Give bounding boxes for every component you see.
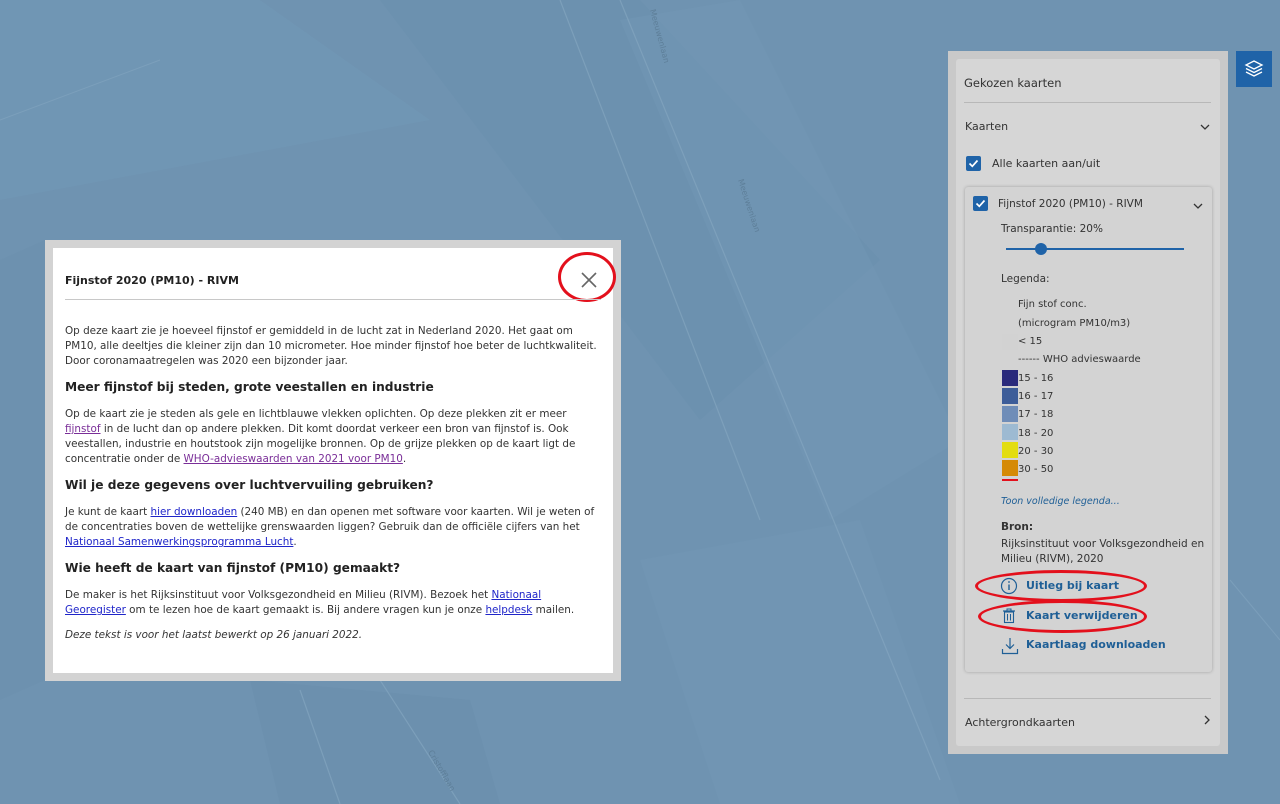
info-icon xyxy=(1000,577,1018,595)
source-text: Rijksinstituut voor Volksgezondheid en M… xyxy=(1001,538,1205,565)
section-heading: Wie heeft de kaart van fijnstof (PM10) g… xyxy=(65,561,401,575)
section-heading: Meer fijnstof bij steden, grote veestall… xyxy=(65,380,434,394)
legend-swatch xyxy=(1002,406,1018,422)
panel-title: Gekozen kaarten xyxy=(964,76,1062,90)
layer-name: Fijnstof 2020 (PM10) - RIVM xyxy=(998,198,1143,210)
legend-item-label: 18 - 20 xyxy=(1018,428,1054,439)
source-label: Bron: xyxy=(1001,521,1034,533)
intro-text: Op deze kaart zie je hoeveel fijnstof er… xyxy=(65,325,597,367)
dialog-body: Op deze kaart zie je hoeveel fijnstof er… xyxy=(65,324,601,653)
legend-swatch xyxy=(1002,334,1018,350)
layers-icon xyxy=(1244,60,1264,77)
legend-swatch xyxy=(1002,442,1018,458)
layer-checkbox[interactable] xyxy=(973,196,988,211)
fijnstof-link[interactable]: fijnstof xyxy=(65,423,101,435)
paragraph: De maker is het Rijksinstituut voor Volk… xyxy=(65,589,575,616)
legend-item-label: 30 - 50 xyxy=(1018,464,1054,475)
paragraph: Op de kaart zie je steden als gele en li… xyxy=(65,408,576,465)
divider xyxy=(65,299,601,300)
download-layer-link[interactable]: Kaartlaag downloaden xyxy=(1026,638,1166,651)
chevron-down-icon[interactable] xyxy=(1200,122,1210,132)
chevron-down-icon[interactable] xyxy=(1193,201,1203,211)
layer-card: Fijnstof 2020 (PM10) - RIVM Transparanti… xyxy=(965,187,1212,672)
legend-swatch xyxy=(1002,388,1018,404)
transparency-label: Transparantie: 20% xyxy=(1001,223,1103,235)
selected-maps-panel: Gekozen kaarten Kaarten Alle kaarten aan… xyxy=(948,51,1228,754)
legend-label: Legenda: xyxy=(1001,273,1050,285)
transparency-slider-handle[interactable] xyxy=(1035,243,1047,255)
close-icon xyxy=(581,272,597,288)
info-dialog: Fijnstof 2020 (PM10) - RIVM Op deze kaar… xyxy=(45,240,621,681)
paragraph: Je kunt de kaart hier downloaden (240 MB… xyxy=(65,506,595,548)
legend-header: Fijn stof conc. xyxy=(1018,299,1087,310)
trash-icon xyxy=(1003,608,1015,624)
dialog-title: Fijnstof 2020 (PM10) - RIVM xyxy=(65,274,239,287)
legend-item-label: 17 - 18 xyxy=(1018,409,1054,420)
full-legend-link[interactable]: Toon volledige legenda... xyxy=(1001,496,1120,507)
remove-map-link[interactable]: Kaart verwijderen xyxy=(1026,609,1138,622)
legend-item-label: 20 - 30 xyxy=(1018,446,1054,457)
nsl-link[interactable]: Nationaal Samenwerkingsprogramma Lucht xyxy=(65,536,293,548)
section-heading: Wil je deze gegevens over luchtvervuilin… xyxy=(65,478,434,492)
all-maps-checkbox[interactable] xyxy=(966,156,981,171)
checkmark-icon xyxy=(968,159,979,168)
download-icon xyxy=(1001,638,1019,655)
helpdesk-link[interactable]: helpdesk xyxy=(485,604,532,616)
checkmark-icon xyxy=(975,199,986,208)
legend-header: (microgram PM10/m3) xyxy=(1018,318,1131,329)
info-dialog-content: Fijnstof 2020 (PM10) - RIVM Op deze kaar… xyxy=(53,248,616,673)
legend-swatch xyxy=(1002,460,1018,476)
legend-swatch xyxy=(1002,424,1018,440)
download-link[interactable]: hier downloaden xyxy=(151,506,238,518)
selected-maps-panel-content: Gekozen kaarten Kaarten Alle kaarten aan… xyxy=(956,59,1220,746)
who-link[interactable]: WHO-advieswaarden van 2021 voor PM10 xyxy=(184,453,403,465)
divider xyxy=(964,698,1211,699)
legend-item-label: < 15 xyxy=(1018,336,1043,347)
background-maps-toggle[interactable]: Achtergrondkaarten xyxy=(965,716,1075,729)
legend-item-label: 15 - 16 xyxy=(1018,373,1054,384)
close-button[interactable] xyxy=(571,262,607,298)
edit-note: Deze tekst is voor het laatst bewerkt op… xyxy=(65,629,363,641)
legend-swatch xyxy=(1002,479,1018,481)
divider xyxy=(964,102,1211,103)
transparency-slider[interactable] xyxy=(1006,248,1184,250)
chevron-right-icon[interactable] xyxy=(1202,715,1212,725)
kaarten-toggle[interactable]: Kaarten xyxy=(965,120,1008,133)
legend-swatch xyxy=(1002,370,1018,386)
legend-item-label: 16 - 17 xyxy=(1018,391,1054,402)
info-link[interactable]: Uitleg bij kaart xyxy=(1026,579,1119,592)
layers-button[interactable] xyxy=(1236,51,1272,87)
all-maps-label: Alle kaarten aan/uit xyxy=(992,157,1101,170)
legend-item-label: ------ WHO advieswaarde xyxy=(1018,354,1141,365)
